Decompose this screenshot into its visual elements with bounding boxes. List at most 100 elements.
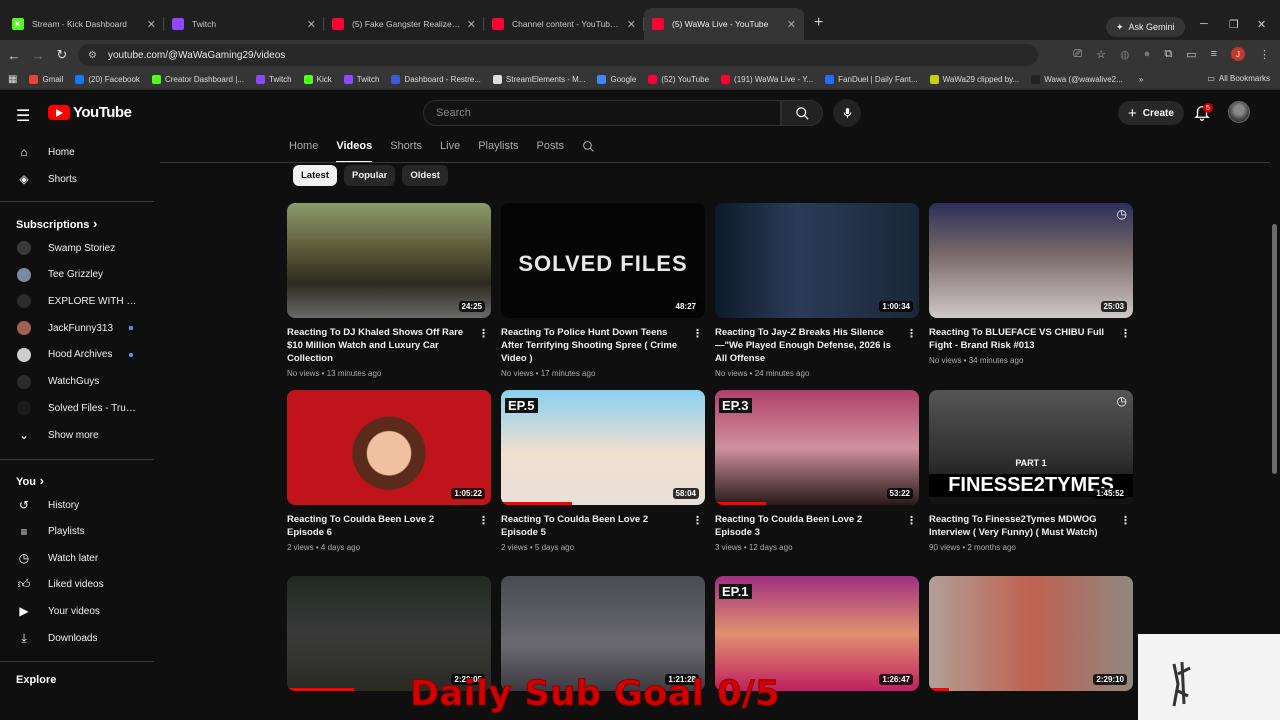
tab-close-icon[interactable]: ✕	[467, 18, 476, 31]
more-actions-icon[interactable]: ⋮	[1120, 514, 1131, 527]
tab-close-icon[interactable]: ✕	[307, 18, 316, 31]
forward-icon[interactable]: →	[26, 48, 50, 63]
all-bookmarks-button[interactable]: ▭ All Bookmarks	[1207, 74, 1270, 83]
bookmark-item[interactable]: Google	[597, 75, 636, 84]
voice-search-button[interactable]	[833, 99, 861, 127]
video-title[interactable]: Reacting To Coulda Been Love 2 Episode 3	[715, 513, 901, 539]
maximize-icon[interactable]: ❐	[1229, 18, 1239, 31]
sidebar-item-explore-with-us[interactable]: EXPLORE WITH US	[0, 288, 155, 314]
sidebar-item-downloads[interactable]: ⤓ Downloads	[0, 625, 155, 651]
cast-icon[interactable]: ⎚	[1073, 48, 1082, 61]
ask-gemini-button[interactable]: ✦ Ask Gemini	[1106, 17, 1185, 37]
watch-later-icon[interactable]: ◷	[1117, 394, 1127, 408]
watch-later-icon[interactable]: ◷	[1117, 207, 1127, 221]
video-thumbnail[interactable]: 2:29:10	[929, 576, 1133, 691]
sidebar-item-tee-grizzley[interactable]: Tee Grizzley	[0, 262, 155, 288]
bookmark-item[interactable]: Twitch	[255, 75, 292, 84]
bookmark-item[interactable]: Wawa (@wawalive2...	[1031, 75, 1123, 84]
extension-icon-2[interactable]: ●	[1144, 48, 1151, 60]
you-heading[interactable]: You ›	[16, 473, 44, 488]
bookmark-star-icon[interactable]: ☆	[1096, 48, 1106, 61]
bookmark-item[interactable]: WaWa29 clipped by...	[929, 75, 1019, 84]
tab-posts[interactable]: Posts	[537, 140, 565, 160]
sidebar-item-show-more[interactable]: ⌄ Show more	[0, 422, 155, 448]
bookmark-item[interactable]: FanDuel | Daily Fant...	[825, 75, 918, 84]
tab-close-icon[interactable]: ✕	[147, 18, 156, 31]
video-thumbnail[interactable]: SOLVED FILES 48:27	[501, 203, 705, 318]
video-title[interactable]: Reacting To Finesse2Tymes MDWOG Intervie…	[929, 513, 1115, 539]
sidebar-item-history[interactable]: ↺ History	[0, 492, 155, 518]
menu-icon[interactable]: ☰	[16, 106, 30, 126]
video-card[interactable]: 2:29:10	[929, 576, 1133, 691]
channel-search-icon[interactable]	[582, 140, 595, 160]
apps-icon[interactable]: ▦	[8, 74, 17, 85]
bookmark-item[interactable]: Twitch	[343, 75, 379, 84]
reload-icon[interactable]: ↻	[50, 47, 74, 63]
video-thumbnail[interactable]: ◷ 25:03	[929, 203, 1133, 318]
browser-tab[interactable]: (5) WaWa Live - YouTube ✕	[644, 8, 804, 40]
search-input[interactable]: Search	[423, 100, 781, 126]
video-title[interactable]: Reacting To Jay-Z Breaks His Silence—"We…	[715, 326, 901, 365]
video-card[interactable]: FINESSE2TYMES PART 1 ◷ 1:45:52 Reacting To F…	[929, 390, 1133, 552]
more-bookmarks-icon[interactable]: »	[1139, 75, 1143, 84]
subscriptions-heading[interactable]: Subscriptions ›	[16, 216, 97, 231]
video-card[interactable]: EP.5 58:04 Reacting To Coulda Been Love 2 …	[501, 390, 705, 552]
chip-oldest[interactable]: Oldest	[402, 165, 448, 186]
search-button[interactable]	[781, 100, 823, 126]
sidebar-item-shorts[interactable]: ◈ Shorts	[0, 166, 155, 192]
bookmark-item[interactable]: (52) YouTube	[648, 75, 709, 84]
sidebar-item-home[interactable]: ⌂ Home	[0, 139, 155, 165]
sidebar-item-watch-later[interactable]: ◷ Watch later	[0, 545, 155, 571]
address-bar[interactable]: ⚙ youtube.com/@WaWaGaming29/videos	[78, 44, 1038, 66]
extension-icon[interactable]: ◍	[1120, 48, 1130, 61]
sidebar-item-your-videos[interactable]: ▶ Your videos	[0, 598, 155, 624]
more-actions-icon[interactable]: ⋮	[906, 327, 917, 340]
extensions-puzzle-icon[interactable]: ⧉	[1164, 48, 1172, 61]
video-title[interactable]: Reacting To Coulda Been Love 2 Episode 6	[287, 513, 473, 539]
video-thumbnail[interactable]: EP.3 53:22	[715, 390, 919, 505]
video-thumbnail[interactable]: 1:00:34	[715, 203, 919, 318]
sidebar-item-hood-archives[interactable]: Hood Archives	[0, 342, 155, 368]
browser-menu-icon[interactable]: ⋮	[1259, 48, 1270, 61]
video-card[interactable]: SOLVED FILES 48:27 Reacting To Police Hunt…	[501, 203, 705, 378]
bookmark-item[interactable]: Dashboard - Restre...	[391, 75, 481, 84]
youtube-logo[interactable]: YouTube	[48, 104, 132, 121]
more-actions-icon[interactable]: ⋮	[692, 514, 703, 527]
video-thumbnail[interactable]: EP.5 58:04	[501, 390, 705, 505]
scrollbar-thumb[interactable]	[1272, 224, 1277, 474]
bookmark-item[interactable]: Gmail	[29, 75, 63, 84]
sidebar-item-liked-videos[interactable]: 👍︎ Liked videos	[0, 572, 155, 598]
video-card[interactable]: 24:25 Reacting To DJ Khaled Shows Off Rar…	[287, 203, 491, 378]
sidebar-item-swamp-storiez[interactable]: Swamp Storiez	[0, 235, 155, 261]
media-control-icon[interactable]: ≡	[1211, 48, 1217, 60]
site-info-icon[interactable]: ⚙	[88, 50, 100, 61]
profile-avatar[interactable]: J	[1231, 47, 1245, 61]
video-thumbnail[interactable]: FINESSE2TYMES PART 1 ◷ 1:45:52	[929, 390, 1133, 505]
sidebar-item-solved-files-true[interactable]: Solved Files - True ...	[0, 395, 155, 421]
more-actions-icon[interactable]: ⋮	[478, 514, 489, 527]
sidebar-item-playlists[interactable]: ≡ Playlists	[0, 519, 155, 545]
video-card[interactable]: ◷ 25:03 Reacting To BLUEFACE VS CHIBU Full…	[929, 203, 1133, 365]
close-window-icon[interactable]: ✕	[1257, 18, 1266, 31]
tab-close-icon[interactable]: ✕	[627, 18, 636, 31]
chip-latest[interactable]: Latest	[293, 165, 337, 186]
more-actions-icon[interactable]: ⋮	[1120, 327, 1131, 340]
tab-home[interactable]: Home	[289, 140, 318, 160]
back-icon[interactable]: ←	[2, 48, 26, 63]
tab-live[interactable]: Live	[440, 140, 460, 160]
tab-playlists[interactable]: Playlists	[478, 140, 518, 160]
side-panel-icon[interactable]: ▭	[1186, 48, 1196, 61]
video-title[interactable]: Reacting To Coulda Been Love 2 Episode 5	[501, 513, 687, 539]
minimize-icon[interactable]: ─	[1200, 18, 1208, 30]
video-card[interactable]: 1:05:22 Reacting To Coulda Been Love 2 Ep…	[287, 390, 491, 552]
sidebar-item-watchguys[interactable]: WatchGuys	[0, 369, 155, 395]
bookmark-item[interactable]: Kick	[303, 75, 332, 84]
video-title[interactable]: Reacting To Police Hunt Down Teens After…	[501, 326, 687, 365]
video-card[interactable]: EP.3 53:22 Reacting To Coulda Been Love 2 …	[715, 390, 919, 552]
video-thumbnail[interactable]: 1:05:22	[287, 390, 491, 505]
chip-popular[interactable]: Popular	[343, 165, 396, 186]
video-thumbnail[interactable]: 24:25	[287, 203, 491, 318]
bookmark-item[interactable]: (20) Facebook	[75, 75, 140, 84]
new-tab-icon[interactable]: +	[814, 14, 823, 32]
tab-close-icon[interactable]: ✕	[787, 18, 796, 31]
